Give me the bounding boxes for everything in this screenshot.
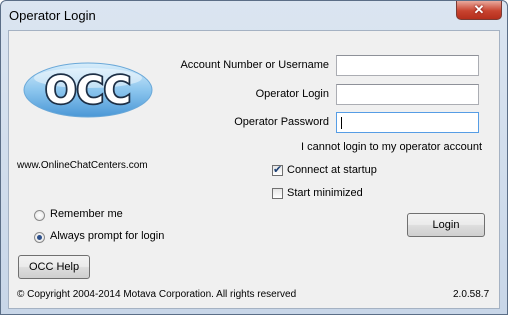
account-field[interactable] [336, 55, 479, 76]
operator-login-window: Operator Login ✕ OCC www.OnlineChatCente… [0, 0, 508, 315]
website-label: www.OnlineChatCenters.com [17, 160, 148, 171]
occ-logo: OCC [23, 62, 153, 118]
radio-selected-dot [37, 235, 42, 240]
text-caret [341, 117, 342, 129]
dialog-body: OCC www.OnlineChatCenters.com Account Nu… [8, 30, 500, 309]
connect-at-startup-checkbox[interactable]: ✔ [272, 164, 283, 176]
close-button[interactable]: ✕ [456, 1, 502, 20]
title-bar[interactable]: Operator Login ✕ [1, 1, 507, 31]
connect-at-startup-label[interactable]: Connect at startup [287, 164, 377, 176]
password-label: Operator Password [234, 116, 329, 128]
occ-help-button[interactable]: OCC Help [18, 255, 90, 279]
checkmark-icon: ✔ [273, 164, 283, 176]
account-label: Account Number or Username [180, 59, 329, 71]
operator-login-field[interactable] [336, 84, 479, 105]
copyright-text: © Copyright 2004-2014 Motava Corporation… [17, 289, 297, 300]
login-button[interactable]: Login [407, 213, 485, 237]
operator-login-label: Operator Login [255, 88, 329, 100]
password-field[interactable] [336, 112, 479, 133]
version-label: 2.0.58.7 [453, 289, 490, 300]
remember-me-radio[interactable] [34, 210, 45, 221]
window-title: Operator Login [9, 8, 96, 23]
always-prompt-radio[interactable] [34, 232, 45, 243]
logo-text: OCC [45, 69, 131, 112]
start-minimized-checkbox[interactable] [272, 188, 283, 199]
close-icon: ✕ [473, 2, 485, 17]
remember-me-label[interactable]: Remember me [50, 208, 123, 220]
always-prompt-label[interactable]: Always prompt for login [50, 230, 164, 242]
start-minimized-label[interactable]: Start minimized [287, 187, 363, 199]
cannot-login-link[interactable]: I cannot login to my operator account [301, 141, 482, 153]
